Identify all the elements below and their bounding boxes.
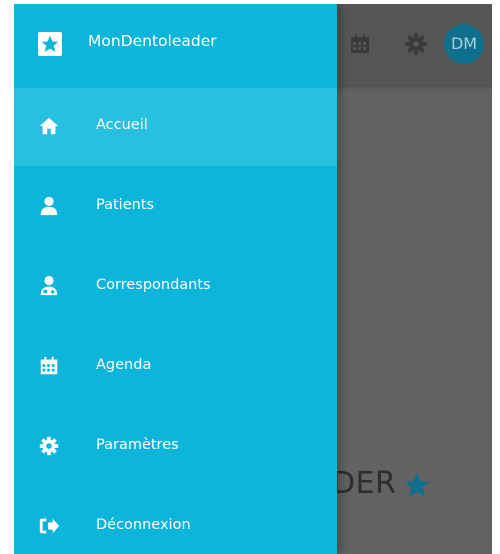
home-icon [39,117,59,135]
star-icon [404,472,430,497]
user-md-icon [40,275,58,296]
navigation-drawer: MonDentoleader Accueil Patients Correspo… [14,4,337,554]
sign-out-icon [39,518,60,534]
nav-item-label: Paramètres [96,437,179,453]
calendar-icon[interactable] [348,32,372,56]
nav-item-accueil[interactable]: Accueil [14,88,337,166]
background-brand-text: DER [332,466,397,501]
nav-item-label: Correspondants [96,277,211,293]
nav-item-patients[interactable]: Patients [14,168,337,246]
star-icon [41,35,59,52]
nav-item-deconnexion[interactable]: Déconnexion [14,488,337,554]
gear-icon [39,436,59,456]
drawer-header: MonDentoleader [14,4,337,84]
screenshot-frame: DM DER MonDentoleader Accueil Patients C… [0,0,500,554]
nav-item-agenda[interactable]: Agenda [14,328,337,406]
nav-item-label: Accueil [96,117,148,133]
user-avatar[interactable]: DM [444,24,484,64]
user-icon [40,196,58,216]
nav-item-label: Patients [96,197,155,213]
app-screen: DM DER MonDentoleader Accueil Patients C… [14,4,492,554]
nav-item-correspondants[interactable]: Correspondants [14,248,337,326]
nav-item-label: Déconnexion [96,517,191,533]
gear-icon[interactable] [404,32,428,56]
nav-item-label: Agenda [96,357,152,373]
app-logo [38,32,62,56]
calendar-icon [40,356,58,375]
app-name: MonDentoleader [88,32,217,50]
nav-item-parametres[interactable]: Paramètres [14,408,337,486]
